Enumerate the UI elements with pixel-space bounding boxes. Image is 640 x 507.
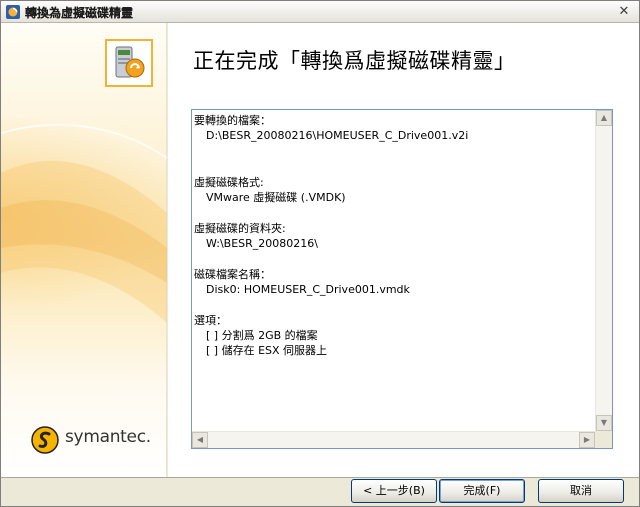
title-bar[interactable]: 轉換為虛擬磁碟精靈 ✕ [1, 1, 639, 23]
disk-convert-icon [115, 46, 145, 78]
brand-name: symantec. [65, 427, 151, 447]
scroll-up-arrow-icon[interactable]: ▲ [596, 110, 612, 126]
summary-label-filename: 磁碟檔案名稱： [194, 268, 271, 281]
summary-value-folder: W:\BESR_20080216\ [206, 237, 318, 250]
scroll-down-arrow-icon[interactable]: ▼ [596, 415, 612, 431]
button-bar: < 上一步(B) 完成(F) 取消 [1, 477, 639, 506]
window-title: 轉換為虛擬磁碟精靈 [25, 6, 134, 20]
summary-option-split: [ ] 分割爲 2GB 的檔案 [206, 329, 318, 342]
horizontal-scrollbar[interactable]: ◀ ▶ [192, 431, 595, 448]
summary-textbox[interactable]: 要轉換的檔案： D:\BESR_20080216\HOMEUSER_C_Driv… [191, 109, 613, 449]
banner-swoosh-graphic [1, 123, 167, 323]
back-button[interactable]: < 上一步(B) [351, 479, 437, 503]
summary-label-folder: 虛擬磁碟的資料夾: [194, 222, 286, 235]
summary-value-format: VMware 虛擬磁碟 (.VMDK) [206, 191, 346, 204]
scroll-left-arrow-icon[interactable]: ◀ [192, 432, 208, 448]
summary-value-filename: Disk0: HOMEUSER_C_Drive001.vmdk [206, 283, 410, 296]
symantec-logo-icon [31, 426, 59, 454]
scroll-right-arrow-icon[interactable]: ▶ [579, 432, 595, 448]
wizard-window: 轉換為虛擬磁碟精靈 ✕ symantec. 正在完成「轉換爲虛擬磁碟精靈」 要轉… [0, 0, 640, 507]
summary-label-format: 虛擬磁碟格式: [194, 176, 264, 189]
summary-label-source: 要轉換的檔案： [194, 114, 271, 127]
summary-value-source: D:\BESR_20080216\HOMEUSER_C_Drive001.v2i [206, 129, 469, 142]
cancel-button[interactable]: 取消 [538, 479, 624, 503]
scrollbar-corner [595, 431, 612, 448]
close-button[interactable]: ✕ [615, 4, 633, 20]
wizard-app-icon [6, 5, 20, 19]
page-title: 正在完成「轉換爲虛擬磁碟精靈」 [193, 49, 516, 73]
vertical-scrollbar[interactable]: ▲ ▼ [595, 110, 612, 431]
wizard-icon-frame [105, 39, 153, 87]
summary-text: 要轉換的檔案： D:\BESR_20080216\HOMEUSER_C_Driv… [192, 110, 593, 430]
summary-label-options: 選項： [194, 314, 227, 327]
summary-option-esx: [ ] 儲存在 ESX 伺服器上 [206, 344, 328, 357]
finish-button[interactable]: 完成(F) [439, 479, 525, 503]
left-banner: symantec. [1, 23, 167, 477]
